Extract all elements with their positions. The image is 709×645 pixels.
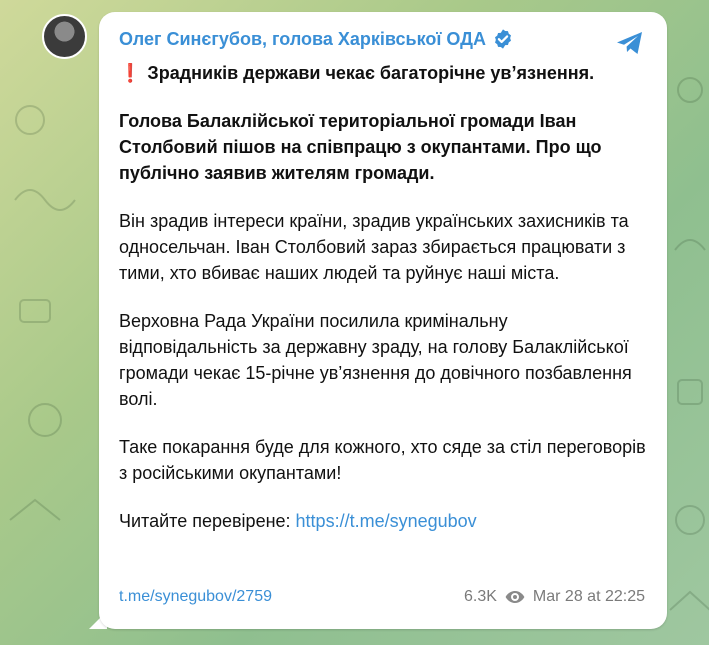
paragraph-3: Верховна Рада України посилила криміналь…: [119, 311, 632, 409]
headline-line: ❗ Зрадників держави чекає багаторічне ув’…: [119, 60, 649, 86]
read-more-line: Читайте перевірене: https://t.me/synegub…: [119, 508, 649, 534]
paragraph-4: Таке покарання буде для кожного, хто сяд…: [119, 437, 646, 483]
paragraph-2: Він зрадив інтереси країни, зрадив украї…: [119, 211, 629, 283]
read-more-link[interactable]: https://t.me/synegubov: [296, 511, 477, 531]
eye-icon: [505, 591, 525, 603]
message-header: Олег Синєгубов, голова Харківської ОДА: [119, 28, 514, 50]
channel-name[interactable]: Олег Синєгубов, голова Харківської ОДА: [119, 29, 486, 50]
headline: Зрадників держави чекає багаторічне ув’я…: [147, 63, 595, 83]
verified-badge-icon: [495, 29, 511, 49]
exclamation-icon: ❗: [119, 63, 142, 83]
message-content: ❗ Зрадників держави чекає багаторічне ув’…: [119, 60, 649, 556]
read-more-label: Читайте перевірене:: [119, 511, 291, 531]
telegram-share-icon[interactable]: [615, 28, 645, 58]
timestamp: Mar 28 at 22:25: [532, 588, 645, 605]
message-card: Олег Синєгубов, голова Харківської ОДА ❗…: [99, 12, 667, 629]
post-link[interactable]: t.me/synegubov/2759: [119, 588, 272, 606]
message-meta: 6.3K Mar 28 at 22:25: [464, 588, 645, 606]
paragraph-1: Голова Балаклійської територіальної гром…: [119, 111, 602, 183]
view-count: 6.3K: [464, 588, 497, 605]
channel-avatar[interactable]: [42, 14, 87, 59]
message-footer: t.me/synegubov/2759 6.3K Mar 28 at 22:25: [119, 588, 645, 606]
